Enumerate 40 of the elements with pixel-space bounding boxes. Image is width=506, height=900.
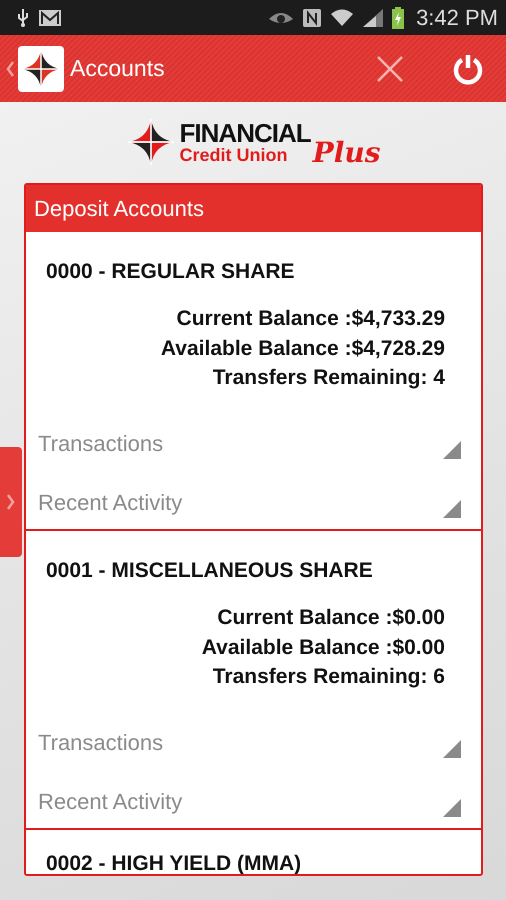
balance-line: Available Balance :$4,728.29 xyxy=(160,336,445,362)
expand-row[interactable]: Recent Activity xyxy=(38,764,461,822)
balance-line: Transfers Remaining: 4 xyxy=(212,365,445,391)
app-logo-icon[interactable] xyxy=(18,46,64,92)
mail-icon xyxy=(38,8,62,26)
account-name: 0001 - MISCELLANEOUS SHARE xyxy=(46,559,373,582)
chevron-right-icon xyxy=(7,494,15,510)
expand-triangle-icon xyxy=(443,440,461,458)
expand-row[interactable]: Recent Activity xyxy=(38,464,461,524)
logo-script-word: Plus xyxy=(312,136,380,169)
card-title: Deposit Accounts xyxy=(34,196,204,222)
power-icon[interactable] xyxy=(452,52,484,84)
balance-line: Current Balance :$4,733.29 xyxy=(176,306,445,332)
row-label: Transactions xyxy=(38,730,164,756)
account-name: 0000 - REGULAR SHARE xyxy=(46,260,295,283)
back-chevron-icon[interactable] xyxy=(6,60,14,76)
logo-word: FINANCIAL xyxy=(180,120,311,146)
expand-triangle-icon xyxy=(443,740,461,758)
nfc-icon xyxy=(302,8,322,28)
usb-icon xyxy=(16,8,30,28)
row-label: Recent Activity xyxy=(38,490,182,516)
balance-line: Current Balance :$0.00 xyxy=(217,605,445,631)
expand-row[interactable]: Transactions xyxy=(38,712,461,764)
row-label: Transactions xyxy=(38,430,164,456)
drawer-handle[interactable] xyxy=(0,447,22,557)
battery-icon xyxy=(392,6,404,28)
account-name: 0002 - HIGH YIELD (MMA) xyxy=(46,852,302,874)
close-icon[interactable] xyxy=(376,54,404,82)
balance-line: Transfers Remaining: 6 xyxy=(212,664,445,690)
screen-title: Accounts xyxy=(70,55,165,82)
row-label: Recent Activity xyxy=(38,788,182,814)
logo-subtitle: Credit Union xyxy=(180,146,289,164)
expand-triangle-icon xyxy=(443,798,461,816)
balance-line: Available Balance :$0.00 xyxy=(202,634,445,660)
signal-icon xyxy=(362,8,384,28)
expand-triangle-icon xyxy=(443,500,461,518)
wifi-icon xyxy=(330,8,354,28)
expand-row[interactable]: Transactions xyxy=(38,412,461,464)
diamond-icon xyxy=(126,117,176,167)
status-time: 3:42 PM xyxy=(416,4,498,30)
